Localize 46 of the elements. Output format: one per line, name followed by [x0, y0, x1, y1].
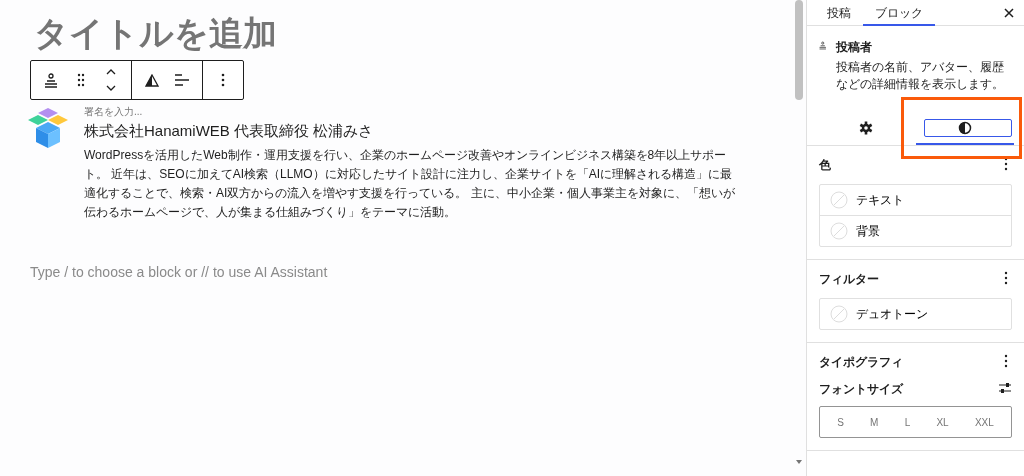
- author-bio: WordPressを活用したWeb制作・運用支援を行い、企業のホームページ改善やオンラインビジネス構築を8年以上サポート。 近年は、SEOに加えてAI検索（LLMO）に対応したサイト設計に注力し、企業サイトを「AIに理解される構造」に最適化することで、検索・AI双方からの流入を増やす支援を行っている。 主に、中小企業・個人事業主を対象に、「想いが伝わるホームページで、人が集まる仕組みづくり」をテーマに活動。: [84, 147, 736, 221]
- block-placeholder[interactable]: Type / to choose a block or // to use AI Assistant: [30, 262, 328, 283]
- option-label: デュオトーン: [856, 306, 928, 323]
- scrollbar-thumb[interactable]: [795, 0, 803, 100]
- block-description: 投稿者の名前、アバター、履歴などの詳細情報を表示します。: [836, 59, 1006, 93]
- font-size-option[interactable]: S: [833, 412, 848, 432]
- color-option[interactable]: 背景: [820, 216, 1011, 246]
- color-option[interactable]: デュオトーン: [820, 299, 1011, 329]
- block-title: 投稿者: [836, 39, 874, 56]
- gear-icon: [859, 121, 874, 135]
- panel-title: タイポグラフィ: [819, 354, 903, 371]
- align-left-icon: [175, 74, 189, 86]
- color-option[interactable]: テキスト: [820, 185, 1011, 216]
- font-size-option[interactable]: XL: [932, 412, 953, 432]
- panel-title: 色: [819, 157, 831, 174]
- more-options-icon: [221, 73, 225, 87]
- avatar-logo-icon: [28, 106, 68, 150]
- byline-field[interactable]: 署名を入力...: [84, 106, 744, 118]
- author-name: 株式会社HanamiWEB 代表取締役 松浦みさ: [84, 121, 375, 141]
- contrast-icon: [957, 121, 972, 135]
- chevron-up-down-icon: [105, 68, 117, 92]
- option-label: テキスト: [856, 192, 904, 209]
- sidebar-tab[interactable]: ブロック: [863, 0, 935, 26]
- author-icon: [819, 38, 827, 53]
- contrast-triangle-icon: [145, 73, 159, 87]
- option-label: 背景: [856, 223, 880, 240]
- author-icon: [44, 72, 58, 88]
- font-size-option[interactable]: L: [900, 412, 915, 432]
- more-options-icon: [1004, 271, 1008, 285]
- sliders-icon: [998, 381, 1012, 394]
- font-size-label: フォントサイズ: [819, 382, 903, 397]
- font-size-picker[interactable]: S M L XL XXL: [819, 406, 1012, 439]
- panel-title: フィルター: [819, 271, 879, 288]
- no-color-icon: [830, 305, 848, 323]
- more-options-icon: [1004, 157, 1008, 171]
- close-icon: [1002, 5, 1016, 20]
- close-button[interactable]: [1002, 5, 1016, 20]
- font-size-option[interactable]: XXL: [970, 412, 998, 432]
- more-options-icon: [1004, 354, 1008, 368]
- no-color-icon: [830, 222, 848, 240]
- scroll-down-icon[interactable]: [795, 458, 803, 466]
- no-color-icon: [830, 191, 848, 209]
- drag-handle-icon: [77, 73, 85, 87]
- font-size-option[interactable]: M: [866, 412, 883, 432]
- sidebar-tab[interactable]: 投稿: [815, 0, 863, 26]
- title-field[interactable]: タイトルを追加: [34, 8, 277, 59]
